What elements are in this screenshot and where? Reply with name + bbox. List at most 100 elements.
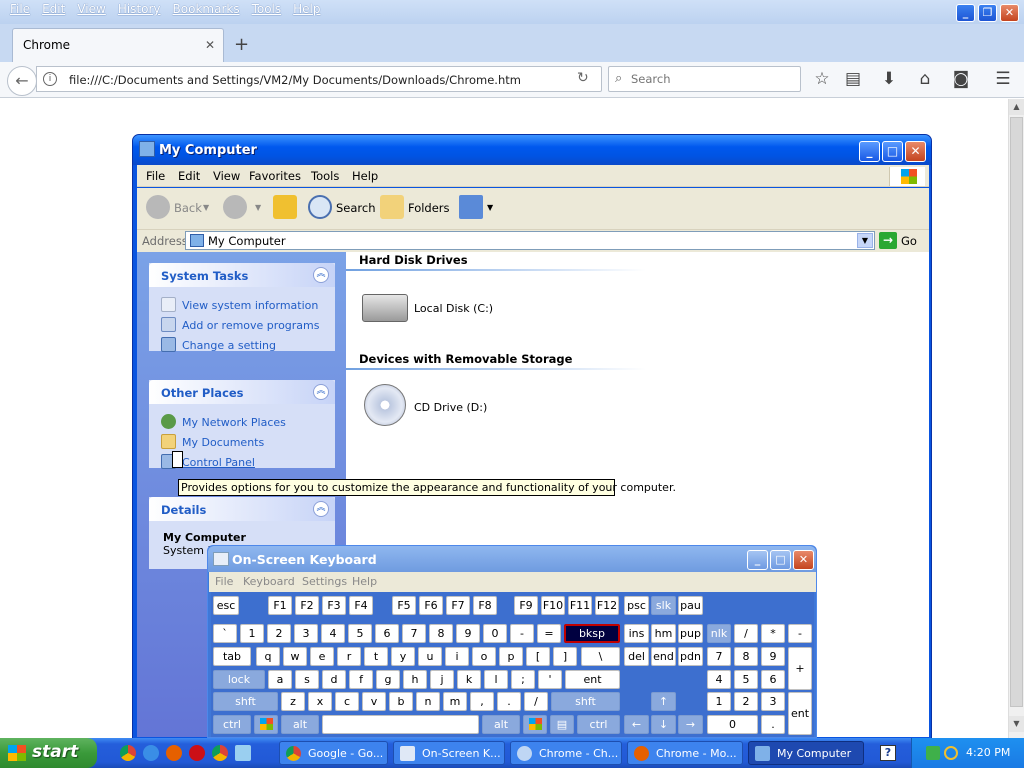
key-quote[interactable]: ' bbox=[538, 670, 562, 689]
taskbar-item-my-computer[interactable]: My Computer bbox=[748, 741, 864, 765]
search-icon[interactable] bbox=[308, 195, 332, 219]
details-header[interactable]: Details ︽ bbox=[149, 497, 335, 521]
menu-tools[interactable]: Tools bbox=[311, 169, 339, 183]
key-f7[interactable]: F7 bbox=[446, 596, 470, 615]
key-numpad-divide[interactable]: / bbox=[734, 624, 758, 643]
key-b[interactable]: b bbox=[389, 692, 413, 711]
key-9[interactable]: 9 bbox=[456, 624, 480, 643]
menu-key-icon[interactable]: ▤ bbox=[550, 715, 574, 734]
key-3[interactable]: 3 bbox=[294, 624, 318, 643]
search-icon[interactable] bbox=[944, 746, 958, 760]
key-5[interactable]: 5 bbox=[348, 624, 372, 643]
key-numpad-5[interactable]: 5 bbox=[734, 670, 758, 689]
key-numpad-minus[interactable]: - bbox=[788, 624, 812, 643]
key-f8[interactable]: F8 bbox=[473, 596, 497, 615]
key-tab[interactable]: tab bbox=[213, 647, 251, 666]
key-slk[interactable]: slk bbox=[651, 596, 676, 615]
local-disk-c-label[interactable]: Local Disk (C:) bbox=[414, 302, 493, 315]
key-u[interactable]: u bbox=[418, 647, 442, 666]
key-w[interactable]: w bbox=[283, 647, 307, 666]
key-e[interactable]: e bbox=[310, 647, 334, 666]
key-numpad-4[interactable]: 4 bbox=[707, 670, 731, 689]
info-icon[interactable]: i bbox=[43, 72, 57, 86]
key-j[interactable]: j bbox=[430, 670, 454, 689]
search-box[interactable]: ⌕ bbox=[608, 66, 801, 92]
key-7[interactable]: 7 bbox=[402, 624, 426, 643]
osk-menu-keyboard[interactable]: Keyboard bbox=[243, 575, 295, 588]
back-button[interactable]: ← bbox=[7, 66, 37, 96]
tab-close-icon[interactable]: ✕ bbox=[205, 38, 215, 52]
browser-close-button[interactable]: ✕ bbox=[1000, 4, 1019, 22]
key-numpad-9[interactable]: 9 bbox=[761, 647, 785, 666]
key-f11[interactable]: F11 bbox=[568, 596, 592, 615]
cd-drive-d-label[interactable]: CD Drive (D:) bbox=[414, 401, 487, 414]
key-o[interactable]: o bbox=[472, 647, 496, 666]
key-backtick[interactable]: ` bbox=[213, 624, 237, 643]
key-f4[interactable]: F4 bbox=[349, 596, 373, 615]
browser-minimize-button[interactable]: _ bbox=[956, 4, 975, 22]
taskbar-item-osk[interactable]: On-Screen K... bbox=[393, 741, 505, 765]
osk-maximize-button[interactable]: □ bbox=[770, 550, 791, 570]
forward-dropdown-icon[interactable]: ▼ bbox=[255, 203, 261, 212]
key-pup[interactable]: pup bbox=[678, 624, 703, 643]
change-setting-link[interactable]: Change a setting bbox=[161, 337, 276, 352]
address-field[interactable]: My Computer ▼ bbox=[185, 231, 875, 250]
go-button-label[interactable]: Go bbox=[901, 234, 917, 248]
new-tab-icon[interactable]: + bbox=[234, 34, 249, 55]
key-f12[interactable]: F12 bbox=[595, 596, 619, 615]
browser-restore-button[interactable]: ❐ bbox=[978, 4, 997, 22]
other-places-header[interactable]: Other Places ︽ bbox=[149, 380, 335, 404]
key-s[interactable]: s bbox=[295, 670, 319, 689]
key-n[interactable]: n bbox=[416, 692, 440, 711]
key-f6[interactable]: F6 bbox=[419, 596, 443, 615]
key-arrow-left[interactable]: ← bbox=[624, 715, 649, 734]
key-f[interactable]: f bbox=[349, 670, 373, 689]
key-arrow-down[interactable]: ↓ bbox=[651, 715, 676, 734]
menu-file[interactable]: File bbox=[146, 169, 165, 183]
network-icon[interactable] bbox=[926, 746, 940, 760]
key-2[interactable]: 2 bbox=[267, 624, 291, 643]
key-arrow-right[interactable]: → bbox=[678, 715, 703, 734]
key-left-alt[interactable]: alt bbox=[281, 715, 319, 734]
key-numpad-8[interactable]: 8 bbox=[734, 647, 758, 666]
key-g[interactable]: g bbox=[376, 670, 400, 689]
folders-button-label[interactable]: Folders bbox=[408, 201, 450, 215]
my-network-places-link[interactable]: My Network Places bbox=[161, 414, 286, 429]
start-button[interactable]: start bbox=[0, 738, 97, 768]
key-caps-lock[interactable]: lock bbox=[213, 670, 265, 689]
search-input[interactable] bbox=[631, 70, 791, 88]
go-arrow-icon[interactable]: → bbox=[879, 232, 897, 249]
key-ins[interactable]: ins bbox=[624, 624, 649, 643]
key-numpad-1[interactable]: 1 bbox=[707, 692, 731, 711]
scroll-thumb[interactable] bbox=[1010, 117, 1023, 707]
key-close-bracket[interactable]: ] bbox=[553, 647, 577, 666]
key-semicolon[interactable]: ; bbox=[511, 670, 535, 689]
key-numpad-multiply[interactable]: * bbox=[761, 624, 785, 643]
views-icon[interactable] bbox=[459, 195, 483, 219]
key-arrow-up[interactable]: ↑ bbox=[651, 692, 676, 711]
minimize-button[interactable]: _ bbox=[859, 141, 880, 162]
menu-view[interactable]: View bbox=[213, 169, 240, 183]
menu-view[interactable]: View bbox=[71, 2, 111, 20]
windows-key-icon[interactable] bbox=[254, 715, 278, 734]
hamburger-menu-icon[interactable]: ☰ bbox=[991, 69, 1015, 89]
key-left-shift[interactable]: shft bbox=[213, 692, 278, 711]
key-del[interactable]: del bbox=[624, 647, 649, 666]
key-numpad-7[interactable]: 7 bbox=[707, 647, 731, 666]
key-q[interactable]: q bbox=[256, 647, 280, 666]
osk-close-button[interactable]: ✕ bbox=[793, 550, 814, 570]
osk-menu-settings[interactable]: Settings bbox=[302, 575, 347, 588]
key-numpad-enter[interactable]: ent bbox=[788, 692, 812, 735]
taskbar-item-chrome-ch[interactable]: Chrome - Ch... bbox=[510, 741, 622, 765]
close-button[interactable]: ✕ bbox=[905, 141, 926, 162]
key-8[interactable]: 8 bbox=[429, 624, 453, 643]
key-period[interactable]: . bbox=[497, 692, 521, 711]
address-dropdown-icon[interactable]: ▼ bbox=[857, 233, 873, 248]
key-hm[interactable]: hm bbox=[651, 624, 676, 643]
key-0[interactable]: 0 bbox=[483, 624, 507, 643]
key-p[interactable]: p bbox=[499, 647, 523, 666]
hard-disk-icon[interactable] bbox=[362, 294, 408, 322]
key-psc[interactable]: psc bbox=[624, 596, 649, 615]
key-h[interactable]: h bbox=[403, 670, 427, 689]
key-m[interactable]: m bbox=[443, 692, 467, 711]
